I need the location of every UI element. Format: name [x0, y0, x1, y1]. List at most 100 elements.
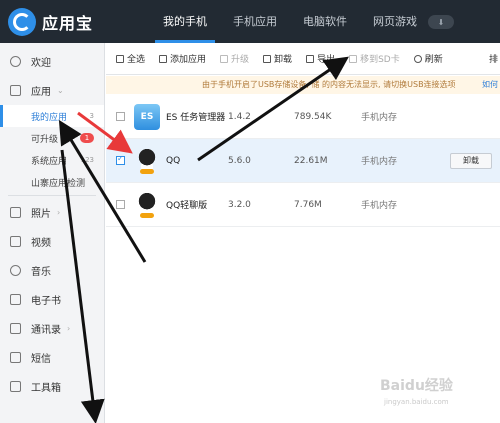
- video-icon: [10, 236, 21, 247]
- app-size: 22.61M: [294, 155, 328, 166]
- update-badge: 1: [80, 133, 94, 143]
- sidebar-item-photos[interactable]: 照片 ›: [0, 198, 104, 227]
- sidebar-item-label: 电子书: [31, 296, 61, 307]
- notice-text: 由于手机开启了USB存储设备, 储 的内容无法显示, 请切换USB连接选项: [202, 80, 456, 89]
- app-name: QQ: [166, 155, 181, 166]
- upgrade-icon: [220, 54, 229, 63]
- move-to-sd-label: 移到SD卡: [360, 55, 400, 65]
- app-name: ES 任务管理器: [166, 113, 226, 123]
- sidebar-item-sms[interactable]: 短信: [0, 343, 104, 372]
- add-app-button[interactable]: 添加应用: [159, 52, 206, 65]
- refresh-label: 刷新: [424, 55, 443, 65]
- app-version: 5.6.0: [228, 155, 251, 166]
- usb-storage-notice: 由于手机开启了USB存储设备, 储 的内容无法显示, 请切换USB连接选项 如何: [106, 76, 500, 94]
- sidebar-item-toolbox[interactable]: 工具箱: [0, 372, 104, 401]
- refresh-icon: [413, 54, 422, 63]
- count: 3: [89, 112, 94, 120]
- sidebar-item-ebook[interactable]: 电子书: [0, 285, 104, 314]
- tab-web-games[interactable]: 网页游戏: [360, 0, 430, 43]
- plus-icon: [159, 54, 168, 63]
- sidebar-item-label: 短信: [31, 354, 51, 365]
- app-row[interactable]: QQ轻聊版 3.2.0 7.76M 手机内存: [106, 183, 500, 227]
- app-toolbar: 全选 添加应用 升级 卸载 导出 移到SD卡 刷新 排: [106, 43, 500, 75]
- sidebar-item-label: 音乐: [31, 267, 51, 278]
- sidebar-sub-fake-app-check[interactable]: 山寨应用检测: [0, 171, 104, 193]
- app-version: 3.2.0: [228, 199, 251, 210]
- top-bar: 应用宝 我的手机 手机应用 电脑软件 网页游戏 ⬇: [0, 0, 500, 43]
- app-size: 789.54K: [294, 111, 332, 122]
- es-task-manager-icon: [134, 103, 160, 130]
- export-label: 导出: [317, 55, 336, 65]
- sidebar-sub-label: 系统应用: [31, 156, 68, 167]
- sidebar-item-label: 通讯录: [31, 325, 61, 336]
- divider: [8, 195, 96, 196]
- sidebar-sub-label: 可升级: [31, 134, 59, 145]
- row-uninstall-button[interactable]: 卸载: [450, 152, 492, 169]
- sidebar-sub-label: 山寨应用检测: [31, 178, 86, 189]
- sd-card-icon: [349, 54, 358, 63]
- ebook-icon: [10, 294, 21, 305]
- main-nav: 我的手机 手机应用 电脑软件 网页游戏: [150, 0, 430, 43]
- app-row[interactable]: QQ 5.6.0 22.61M 手机内存 卸载: [106, 139, 500, 183]
- app-logo: 应用宝: [8, 8, 93, 36]
- chevron-down-icon: ⌄: [57, 86, 64, 95]
- watermark: Baidu经验: [380, 378, 453, 394]
- tab-my-phone[interactable]: 我的手机: [150, 0, 220, 43]
- toolbox-icon: [10, 381, 21, 392]
- notice-help-link[interactable]: 如何: [482, 76, 498, 94]
- app-size: 7.76M: [294, 199, 322, 210]
- sidebar-item-label: 视频: [31, 238, 51, 249]
- chevron-right-icon: ›: [57, 208, 61, 217]
- app-name: QQ轻聊版: [166, 201, 208, 211]
- sidebar: 欢迎 应用 ⌄ 我的应用 3 可升级 1 系统应用 123 山寨应用检测 照片 …: [0, 43, 105, 423]
- row-checkbox[interactable]: [116, 112, 125, 121]
- row-checkbox[interactable]: [116, 154, 125, 165]
- app-row[interactable]: ES 任务管理器 1.4.2 789.54K 手机内存: [106, 95, 500, 139]
- sidebar-item-label: 工具箱: [31, 383, 61, 394]
- app-location: 手机内存: [361, 157, 398, 167]
- uninstall-button[interactable]: 卸载: [263, 52, 292, 65]
- sms-icon: [10, 352, 21, 363]
- sidebar-item-apps[interactable]: 应用 ⌄: [0, 76, 104, 105]
- tab-phone-apps[interactable]: 手机应用: [220, 0, 290, 43]
- sidebar-item-contacts[interactable]: 通讯录 ›: [0, 314, 104, 343]
- upgrade-button[interactable]: 升级: [220, 52, 249, 65]
- sidebar-sub-my-apps[interactable]: 我的应用 3: [0, 105, 104, 127]
- select-all-checkbox[interactable]: 全选: [116, 52, 145, 65]
- row-checkbox[interactable]: [116, 200, 125, 209]
- count: 123: [80, 156, 94, 164]
- yingyongbao-logo-icon: [8, 8, 36, 36]
- select-all-label: 全选: [127, 55, 146, 65]
- sidebar-item-welcome[interactable]: 欢迎: [0, 47, 104, 76]
- sort-button[interactable]: 排: [489, 52, 498, 65]
- app-name: 应用宝: [42, 14, 94, 33]
- sidebar-item-music[interactable]: 音乐: [0, 256, 104, 285]
- export-icon: [306, 54, 315, 63]
- sidebar-item-video[interactable]: 视频: [0, 227, 104, 256]
- sidebar-item-label: 欢迎: [31, 58, 51, 69]
- contacts-icon: [10, 323, 21, 334]
- checkbox-icon: [116, 54, 124, 63]
- app-location: 手机内存: [361, 113, 398, 123]
- sidebar-item-label: 照片: [31, 209, 51, 220]
- upgrade-label: 升级: [231, 55, 250, 65]
- qq-lite-icon: [134, 191, 160, 218]
- qq-icon: [134, 147, 160, 174]
- chevron-right-icon: ›: [67, 324, 71, 333]
- export-button[interactable]: 导出: [306, 52, 335, 65]
- sidebar-sub-system-apps[interactable]: 系统应用 123: [0, 149, 104, 171]
- music-icon: [10, 265, 21, 276]
- refresh-button[interactable]: 刷新: [413, 52, 443, 65]
- apps-grid-icon: [10, 85, 21, 96]
- app-version: 1.4.2: [228, 111, 251, 122]
- move-to-sd-button[interactable]: 移到SD卡: [349, 52, 400, 65]
- welcome-icon: [10, 56, 21, 67]
- sidebar-sub-label: 我的应用: [31, 112, 68, 123]
- app-location: 手机内存: [361, 201, 398, 211]
- tab-pc-software[interactable]: 电脑软件: [290, 0, 360, 43]
- download-icon[interactable]: ⬇: [428, 15, 454, 29]
- sidebar-sub-upgradable[interactable]: 可升级 1: [0, 127, 104, 149]
- sidebar-item-label: 应用: [31, 87, 51, 98]
- add-app-label: 添加应用: [170, 55, 207, 65]
- uninstall-label: 卸载: [274, 55, 293, 65]
